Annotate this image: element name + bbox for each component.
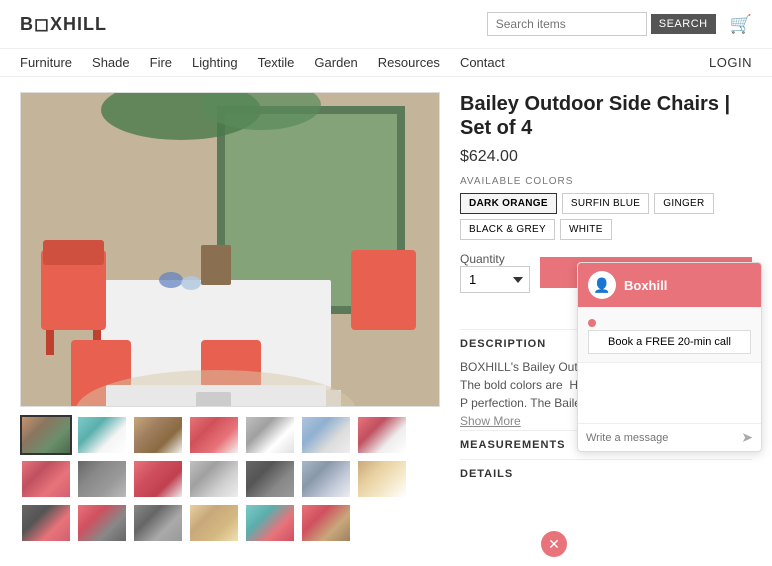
main-product-image [20, 92, 440, 407]
color-option-black-&-grey[interactable]: BLACK & GREY [460, 219, 555, 240]
thumbnail-16[interactable] [132, 503, 184, 543]
thumbnail-17[interactable] [188, 503, 240, 543]
close-chat-button[interactable]: ✕ [541, 531, 567, 557]
chat-send-button[interactable]: ➤ [741, 429, 753, 446]
chat-status-dot [588, 319, 596, 327]
product-info: Bailey Outdoor Side Chairs | Set of 4 $6… [460, 92, 752, 543]
thumbnail-12[interactable] [300, 459, 352, 499]
search-button[interactable]: SEARCH [651, 14, 716, 34]
nav-item-lighting[interactable]: Lighting [192, 55, 238, 70]
product-title: Bailey Outdoor Side Chairs | Set of 4 [460, 92, 752, 140]
chat-book-call-section: Book a FREE 20-min call [578, 307, 761, 363]
thumbnail-10[interactable] [188, 459, 240, 499]
quantity-label: Quantity [460, 252, 530, 266]
book-call-button[interactable]: Book a FREE 20-min call [588, 330, 751, 354]
available-colors-label: AVAILABLE COLORS [460, 176, 752, 187]
nav-item-contact[interactable]: Contact [460, 55, 505, 70]
thumbnail-14[interactable] [20, 503, 72, 543]
thumbnail-19[interactable] [300, 503, 352, 543]
chat-avatar-icon: 👤 [593, 277, 610, 294]
thumbnail-5[interactable] [300, 415, 352, 455]
nav-item-fire[interactable]: Fire [150, 55, 172, 70]
product-price: $624.00 [460, 148, 752, 166]
color-option-dark-orange[interactable]: DARK ORANGE [460, 193, 557, 214]
search-input[interactable] [487, 12, 647, 36]
thumbnail-4[interactable] [244, 415, 296, 455]
chat-widget: 👤 Boxhill Book a FREE 20-min call ➤ [577, 262, 762, 452]
thumbnail-row [20, 415, 440, 543]
login-link[interactable]: LOGIN [709, 55, 752, 70]
color-option-white[interactable]: WHITE [560, 219, 612, 240]
thumbnail-3[interactable] [188, 415, 240, 455]
thumbnail-8[interactable] [76, 459, 128, 499]
navigation: Furniture Shade Fire Lighting Textile Ga… [0, 49, 772, 77]
nav-item-textile[interactable]: Textile [258, 55, 295, 70]
quantity-select[interactable]: 1 2 3 4 [460, 266, 530, 293]
thumbnail-15[interactable] [76, 503, 128, 543]
search-area: SEARCH 🛒 [487, 12, 752, 36]
chat-agent-name: Boxhill [624, 278, 667, 293]
logo: B◻XHILL [20, 14, 107, 35]
thumbnail-0[interactable] [20, 415, 72, 455]
thumbnail-9[interactable] [132, 459, 184, 499]
nav-item-garden[interactable]: Garden [314, 55, 357, 70]
color-option-surfin-blue[interactable]: SURFIN BLUE [562, 193, 649, 214]
color-options: DARK ORANGESURFIN BLUEGINGER BLACK & GREY… [460, 193, 752, 240]
thumbnail-2[interactable] [132, 415, 184, 455]
nav-item-furniture[interactable]: Furniture [20, 55, 72, 70]
chat-message-input[interactable] [586, 432, 736, 444]
nav-item-shade[interactable]: Shade [92, 55, 130, 70]
chat-input-row: ➤ [578, 423, 761, 451]
main-content: Bailey Outdoor Side Chairs | Set of 4 $6… [0, 77, 772, 558]
cart-icon[interactable]: 🛒 [730, 14, 752, 35]
thumbnail-11[interactable] [244, 459, 296, 499]
show-more-link[interactable]: Show More [460, 414, 521, 428]
thumbnail-13[interactable] [356, 459, 408, 499]
product-images [20, 92, 440, 543]
chat-header: 👤 Boxhill [578, 263, 761, 307]
thumbnail-7[interactable] [20, 459, 72, 499]
chat-message-area [578, 363, 761, 423]
chat-avatar: 👤 [588, 271, 616, 299]
thumbnail-18[interactable] [244, 503, 296, 543]
thumbnail-6[interactable] [356, 415, 408, 455]
header: B◻XHILL SEARCH 🛒 [0, 0, 772, 49]
details-header[interactable]: DETAILS [460, 459, 752, 488]
color-option-ginger[interactable]: GINGER [654, 193, 713, 214]
thumbnail-1[interactable] [76, 415, 128, 455]
nav-item-resources[interactable]: Resources [378, 55, 440, 70]
